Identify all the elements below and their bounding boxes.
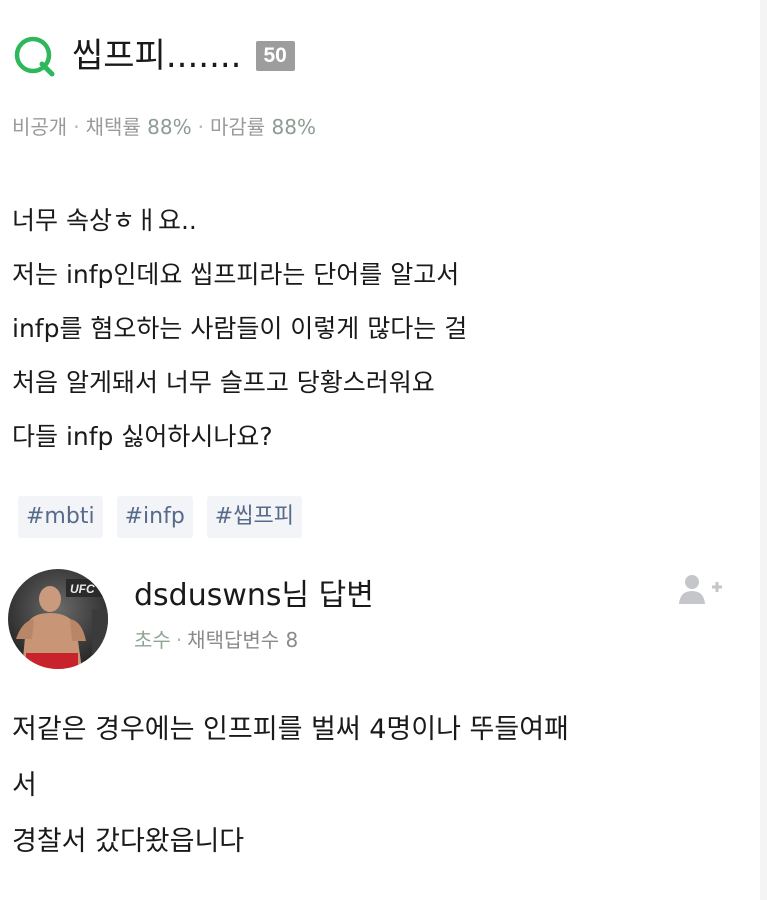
- adoption-rate-label: 채택률: [85, 115, 141, 139]
- question-q-icon: [14, 36, 55, 77]
- tag-infp[interactable]: #infp: [116, 496, 193, 538]
- answer-body-line: 저같은 경우에는 인프피를 벌써 4명이나 뚜들여패: [12, 714, 569, 745]
- avatar-photo: UFC: [8, 569, 108, 669]
- question-body-line: infp를 혐오하는 사람들이 이렇게 많다는 걸: [12, 314, 468, 343]
- answerer-name[interactable]: dsduswns님 답변: [134, 574, 374, 618]
- question-body-line: 다들 infp 싫어하시나요?: [12, 422, 273, 451]
- points-badge: 50: [255, 41, 295, 71]
- answer-body-line: 경찰서 갔다왔읍니다: [12, 826, 245, 857]
- adoption-rate-value: 88%: [147, 115, 192, 139]
- tag-ssipfpi[interactable]: #씹프피: [206, 496, 302, 538]
- adopted-count: 채택답변수 8: [187, 628, 299, 652]
- user-avatar[interactable]: UFC: [8, 569, 108, 669]
- tag-list: #mbti #infp #씹프피: [18, 496, 302, 538]
- svg-text:UFC: UFC: [70, 582, 95, 596]
- answer-body: 저같은 경우에는 인프피를 벌써 4명이나 뚜들여패 서 경찰서 갔다왔읍니다: [12, 702, 752, 870]
- scrollbar[interactable]: [760, 0, 767, 900]
- question-title: 씹프피.......: [72, 36, 242, 76]
- answer-body-line: 서: [12, 770, 37, 801]
- question-body-line: 너무 속상ㅎㅐ요..: [12, 206, 197, 235]
- question-body-line: 저는 infp인데요 씹프피라는 단어를 알고서: [12, 260, 460, 289]
- question-body: 너무 속상ㅎㅐ요.. 저는 infp인데요 씹프피라는 단어를 알고서 infp…: [12, 194, 752, 464]
- question-header: 씹프피....... 50: [12, 30, 295, 82]
- tag-mbti[interactable]: #mbti: [18, 496, 103, 538]
- add-user-icon[interactable]: [676, 572, 726, 608]
- question-body-line: 처음 알게돼서 너무 슬프고 당황스러워요: [12, 368, 435, 397]
- visibility-label: 비공개: [12, 115, 68, 139]
- answerer-meta: 초수 · 채택답변수 8: [134, 628, 299, 652]
- qna-page: 씹프피....... 50 비공개 · 채택률 88% · 마감률 88% 너무 속상ㅎ…: [0, 0, 767, 900]
- close-rate-label: 마감률: [209, 115, 266, 139]
- answerer-grade: 초수: [134, 628, 171, 652]
- question-meta: 비공개 · 채택률 88% · 마감률 88%: [12, 115, 316, 139]
- close-rate-value: 88%: [271, 115, 316, 139]
